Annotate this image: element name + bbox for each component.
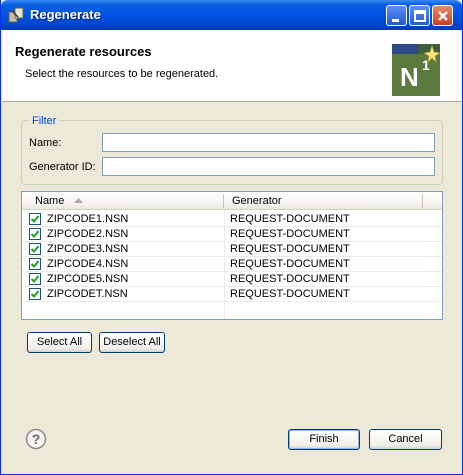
maximize-icon xyxy=(414,10,426,22)
cell-generator: REQUEST-DOCUMENT xyxy=(230,243,350,255)
cell-generator: REQUEST-DOCUMENT xyxy=(230,213,350,225)
filter-legend: Filter xyxy=(29,115,60,127)
help-icon[interactable]: ? xyxy=(25,428,47,450)
regenerate-dialog: Regenerate Regenerate resources Select t… xyxy=(0,0,463,475)
banner-title: Regenerate resources xyxy=(15,44,152,59)
row-checkbox[interactable] xyxy=(29,213,41,225)
generator-id-label: Generator ID: xyxy=(29,161,96,173)
title-bar[interactable]: Regenerate xyxy=(1,0,462,30)
checkmark-icon xyxy=(30,230,40,238)
svg-text:?: ? xyxy=(32,431,41,447)
column-header-generator[interactable]: Generator xyxy=(232,192,282,210)
close-icon xyxy=(438,11,448,21)
table-row[interactable]: ZIPCODE4.NSN REQUEST-DOCUMENT xyxy=(22,257,442,272)
cell-generator: REQUEST-DOCUMENT xyxy=(230,273,350,285)
cell-name: ZIPCODE2.NSN xyxy=(47,228,129,240)
column-separator[interactable] xyxy=(422,194,423,208)
checkmark-icon xyxy=(30,275,40,283)
natural-logo-icon: N 1 xyxy=(392,44,440,96)
checkmark-icon xyxy=(30,215,40,223)
name-label: Name: xyxy=(29,137,62,149)
cell-name: ZIPCODE4.NSN xyxy=(47,258,129,270)
table-row[interactable]: ZIPCODE3.NSN REQUEST-DOCUMENT xyxy=(22,242,442,257)
app-icon xyxy=(8,7,24,23)
cell-generator: REQUEST-DOCUMENT xyxy=(230,288,350,300)
name-input[interactable] xyxy=(102,133,435,152)
row-checkbox[interactable] xyxy=(29,228,41,240)
table-row[interactable]: ZIPCODET.NSN REQUEST-DOCUMENT xyxy=(22,287,442,302)
table-row[interactable]: ZIPCODE2.NSN REQUEST-DOCUMENT xyxy=(22,227,442,242)
minimize-button[interactable] xyxy=(386,5,407,26)
sort-ascending-icon xyxy=(74,198,83,203)
row-checkbox[interactable] xyxy=(29,273,41,285)
row-checkbox[interactable] xyxy=(29,243,41,255)
checkmark-icon xyxy=(30,245,40,253)
window-title: Regenerate xyxy=(30,7,101,22)
column-separator[interactable] xyxy=(223,194,224,208)
resources-table: Name Generator ZIPCODE1.NSN REQUEST-DOCUM… xyxy=(21,191,443,320)
dialog-banner: Regenerate resources Select the resource… xyxy=(2,30,461,102)
cancel-button[interactable]: Cancel xyxy=(369,429,442,450)
logo-letter: N xyxy=(400,62,419,92)
minimize-icon xyxy=(392,19,399,22)
cell-generator: REQUEST-DOCUMENT xyxy=(230,258,350,270)
checkmark-icon xyxy=(30,290,40,298)
cell-name: ZIPCODE5.NSN xyxy=(47,273,129,285)
finish-button[interactable]: Finish xyxy=(288,429,360,450)
cell-generator: REQUEST-DOCUMENT xyxy=(230,228,350,240)
row-checkbox[interactable] xyxy=(29,288,41,300)
close-button[interactable] xyxy=(432,5,453,26)
table-header: Name Generator xyxy=(22,192,442,210)
deselect-all-button[interactable]: Deselect All xyxy=(99,332,165,353)
checkmark-icon xyxy=(30,260,40,268)
column-header-name[interactable]: Name xyxy=(35,192,64,210)
banner-description: Select the resources to be regenerated. xyxy=(25,68,219,80)
select-all-button[interactable]: Select All xyxy=(27,332,92,353)
cell-name: ZIPCODE1.NSN xyxy=(47,213,129,225)
table-row[interactable]: ZIPCODE5.NSN REQUEST-DOCUMENT xyxy=(22,272,442,287)
row-checkbox[interactable] xyxy=(29,258,41,270)
cell-name: ZIPCODET.NSN xyxy=(47,288,128,300)
generator-id-input[interactable] xyxy=(102,157,435,176)
cell-name: ZIPCODE3.NSN xyxy=(47,243,129,255)
table-row[interactable]: ZIPCODE1.NSN REQUEST-DOCUMENT xyxy=(22,212,442,227)
maximize-button[interactable] xyxy=(409,5,430,26)
